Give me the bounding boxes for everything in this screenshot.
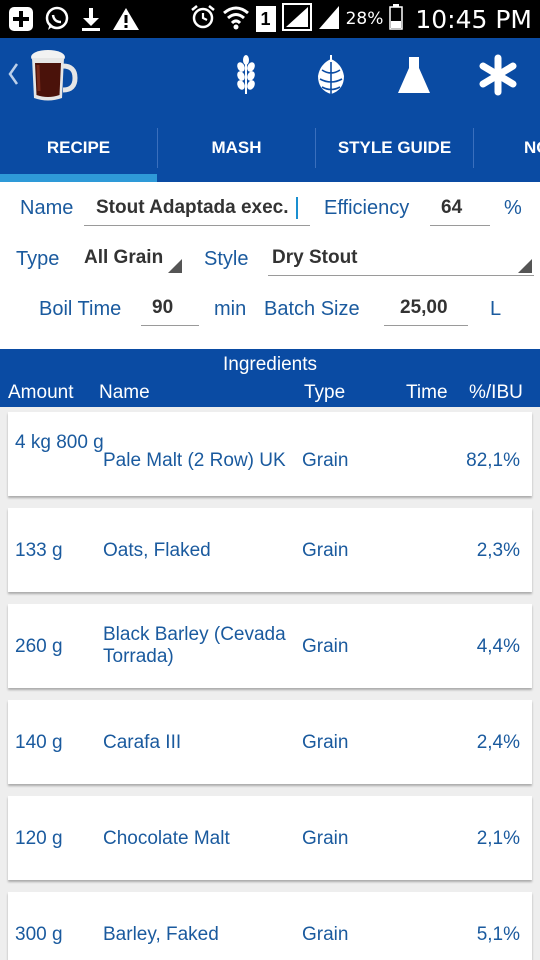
ingredient-type: Grain [302, 450, 349, 471]
name-field-value: Stout Adaptada exec. [96, 197, 289, 218]
hops-icon[interactable] [311, 54, 351, 96]
ingredient-amount: 120 g [15, 828, 63, 849]
boil-time-label: Boil Time [39, 298, 122, 320]
ingredient-amount: 260 g [15, 636, 63, 657]
ingredient-name: Oats, Flaked [103, 540, 211, 561]
column-header-amount: Amount [8, 382, 74, 403]
flask-icon[interactable] [394, 54, 434, 96]
type-spinner-value: All Grain [84, 247, 164, 268]
action-bar [0, 38, 540, 114]
ingredient-name: Black Barley (Cevada Torrada) [103, 624, 286, 667]
signal-icon-2 [318, 4, 340, 34]
notification-icons [8, 4, 140, 34]
ingredient-pct: 2,4% [476, 732, 520, 753]
ingredient-type: Grain [302, 828, 349, 849]
active-tab-indicator [0, 174, 157, 182]
battery-icon [389, 4, 404, 34]
signal-icon [281, 3, 312, 35]
ingredient-amount: 133 g [15, 540, 63, 561]
warning-icon [112, 6, 140, 32]
ingredient-type: Grain [302, 924, 349, 945]
column-header-name: Name [99, 382, 150, 403]
efficiency-field[interactable]: 64 [430, 194, 490, 226]
ingredient-type: Grain [302, 732, 349, 753]
column-header-pct-ibu: %/IBU [469, 382, 523, 403]
tab-recipe[interactable]: RECIPE [0, 114, 157, 182]
ingredients-list[interactable]: 4 kg 800 g Pale Malt (2 Row) UK Grain 82… [0, 407, 540, 960]
boil-time-unit: min [214, 298, 247, 320]
ingredient-pct: 2,3% [476, 540, 520, 561]
ingredient-amount: 4 kg 800 g [15, 432, 104, 453]
type-label: Type [16, 248, 60, 270]
dropdown-arrow-icon [168, 259, 182, 273]
ingredient-row[interactable]: 120 g Chocolate Malt Grain 2,1% [8, 796, 532, 880]
column-header-time: Time [406, 382, 448, 403]
type-spinner[interactable]: All Grain [80, 244, 184, 276]
ingredient-row[interactable]: 133 g Oats, Flaked Grain 2,3% [8, 508, 532, 592]
ingredient-pct: 2,1% [476, 828, 520, 849]
download-icon [80, 6, 102, 32]
ingredient-pct: 5,1% [476, 924, 520, 945]
ingredient-row[interactable]: 4 kg 800 g Pale Malt (2 Row) UK Grain 82… [8, 412, 532, 496]
name-label: Name [20, 197, 74, 219]
clock: 10:45 PM [415, 4, 532, 34]
whatsapp-icon [44, 6, 70, 32]
efficiency-label: Efficiency [324, 197, 410, 219]
beer-mug-icon[interactable] [28, 48, 78, 104]
tab-notes[interactable]: NO [474, 114, 540, 182]
efficiency-unit: % [504, 197, 522, 219]
dropdown-arrow-icon [518, 259, 532, 273]
wheat-icon[interactable] [226, 54, 266, 96]
ingredient-name: Carafa III [103, 732, 182, 753]
batch-size-label: Batch Size [264, 298, 360, 320]
ingredient-name: Pale Malt (2 Row) UK [103, 450, 286, 471]
wifi-icon [222, 4, 250, 34]
ingredient-type: Grain [302, 540, 349, 561]
text-cursor [296, 197, 298, 219]
ingredient-name: Chocolate Malt [103, 828, 230, 849]
tab-bar: RECIPE MASH STYLE GUIDE NO [0, 114, 540, 182]
ingredient-row[interactable]: 140 g Carafa III Grain 2,4% [8, 700, 532, 784]
style-spinner-value: Dry Stout [272, 247, 358, 268]
ingredients-title: Ingredients [222, 354, 317, 375]
boil-time-field-value: 90 [152, 297, 174, 318]
ingredient-amount: 140 g [15, 732, 63, 753]
batch-size-field-value: 25,00 [400, 297, 448, 318]
ingredient-pct: 4,4% [476, 636, 520, 657]
efficiency-field-value: 64 [441, 197, 463, 218]
ingredient-row[interactable]: 260 g Black Barley (Cevada Torrada) Grai… [8, 604, 532, 688]
battery-percent: 28% [345, 9, 384, 29]
style-spinner[interactable]: Dry Stout [268, 244, 534, 276]
ingredient-type: Grain [302, 636, 349, 657]
ingredient-row[interactable]: 300 g Barley, Faked Grain 5,1% [8, 892, 532, 960]
ingredient-amount: 300 g [15, 924, 63, 945]
ingredient-pct: 82,1% [466, 450, 520, 471]
back-chevron-icon[interactable] [6, 56, 20, 92]
sim-icon: 1 [255, 6, 276, 32]
tab-style-guide[interactable]: STYLE GUIDE [316, 114, 473, 182]
system-status: 1 28% 10:45 PM [190, 2, 532, 36]
status-bar: 1 28% 10:45 PM [0, 0, 540, 38]
style-label: Style [204, 248, 249, 270]
snowflake-icon[interactable] [478, 54, 518, 96]
batch-size-field[interactable]: 25,00 [384, 294, 468, 326]
name-field[interactable]: Stout Adaptada exec. [84, 194, 310, 226]
ingredient-name: Barley, Faked [103, 924, 219, 945]
alarm-icon [190, 4, 216, 34]
boil-time-field[interactable]: 90 [141, 294, 199, 326]
add-notification-icon [8, 6, 34, 32]
tab-mash[interactable]: MASH [158, 114, 315, 182]
ingredients-header: Ingredients Amount Name Type Time %/IBU [0, 349, 540, 407]
column-header-type: Type [304, 382, 346, 403]
batch-size-unit: L [490, 298, 502, 320]
